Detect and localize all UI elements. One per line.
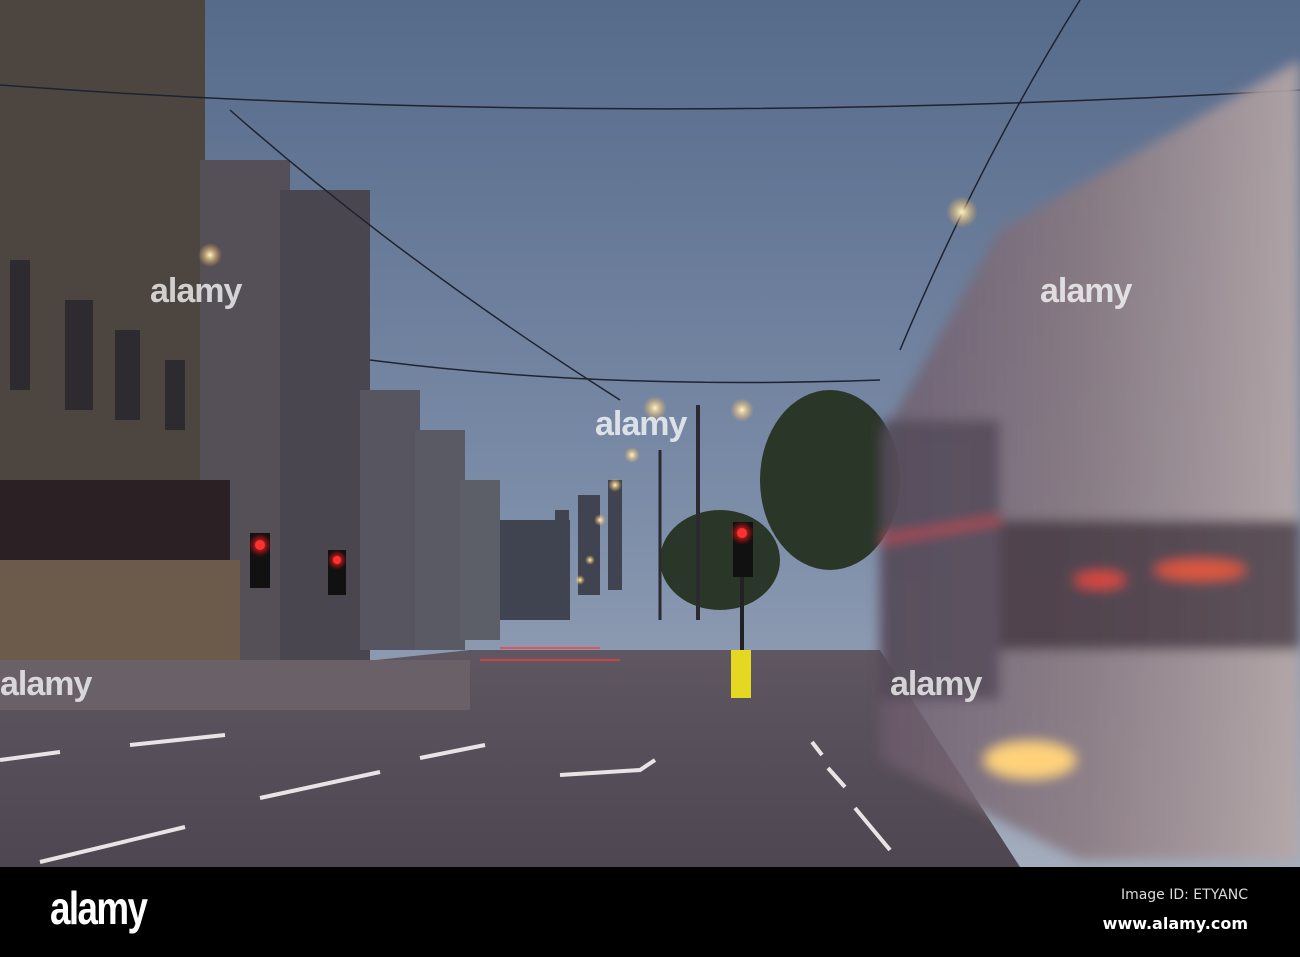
watermark: alamy [595,405,687,443]
alamy-logo: alamy [50,882,148,934]
website-url: www.alamy.com [1102,914,1248,933]
image-id: Image ID: ETYANC [1120,887,1248,903]
watermark: alamy [1040,272,1132,310]
watermark: alamy [150,272,242,310]
watermark: alamy [0,665,92,703]
watermark: alamy [890,665,982,703]
footer-bar: alamy Image ID: ETYANC www.alamy.com [0,867,1300,957]
